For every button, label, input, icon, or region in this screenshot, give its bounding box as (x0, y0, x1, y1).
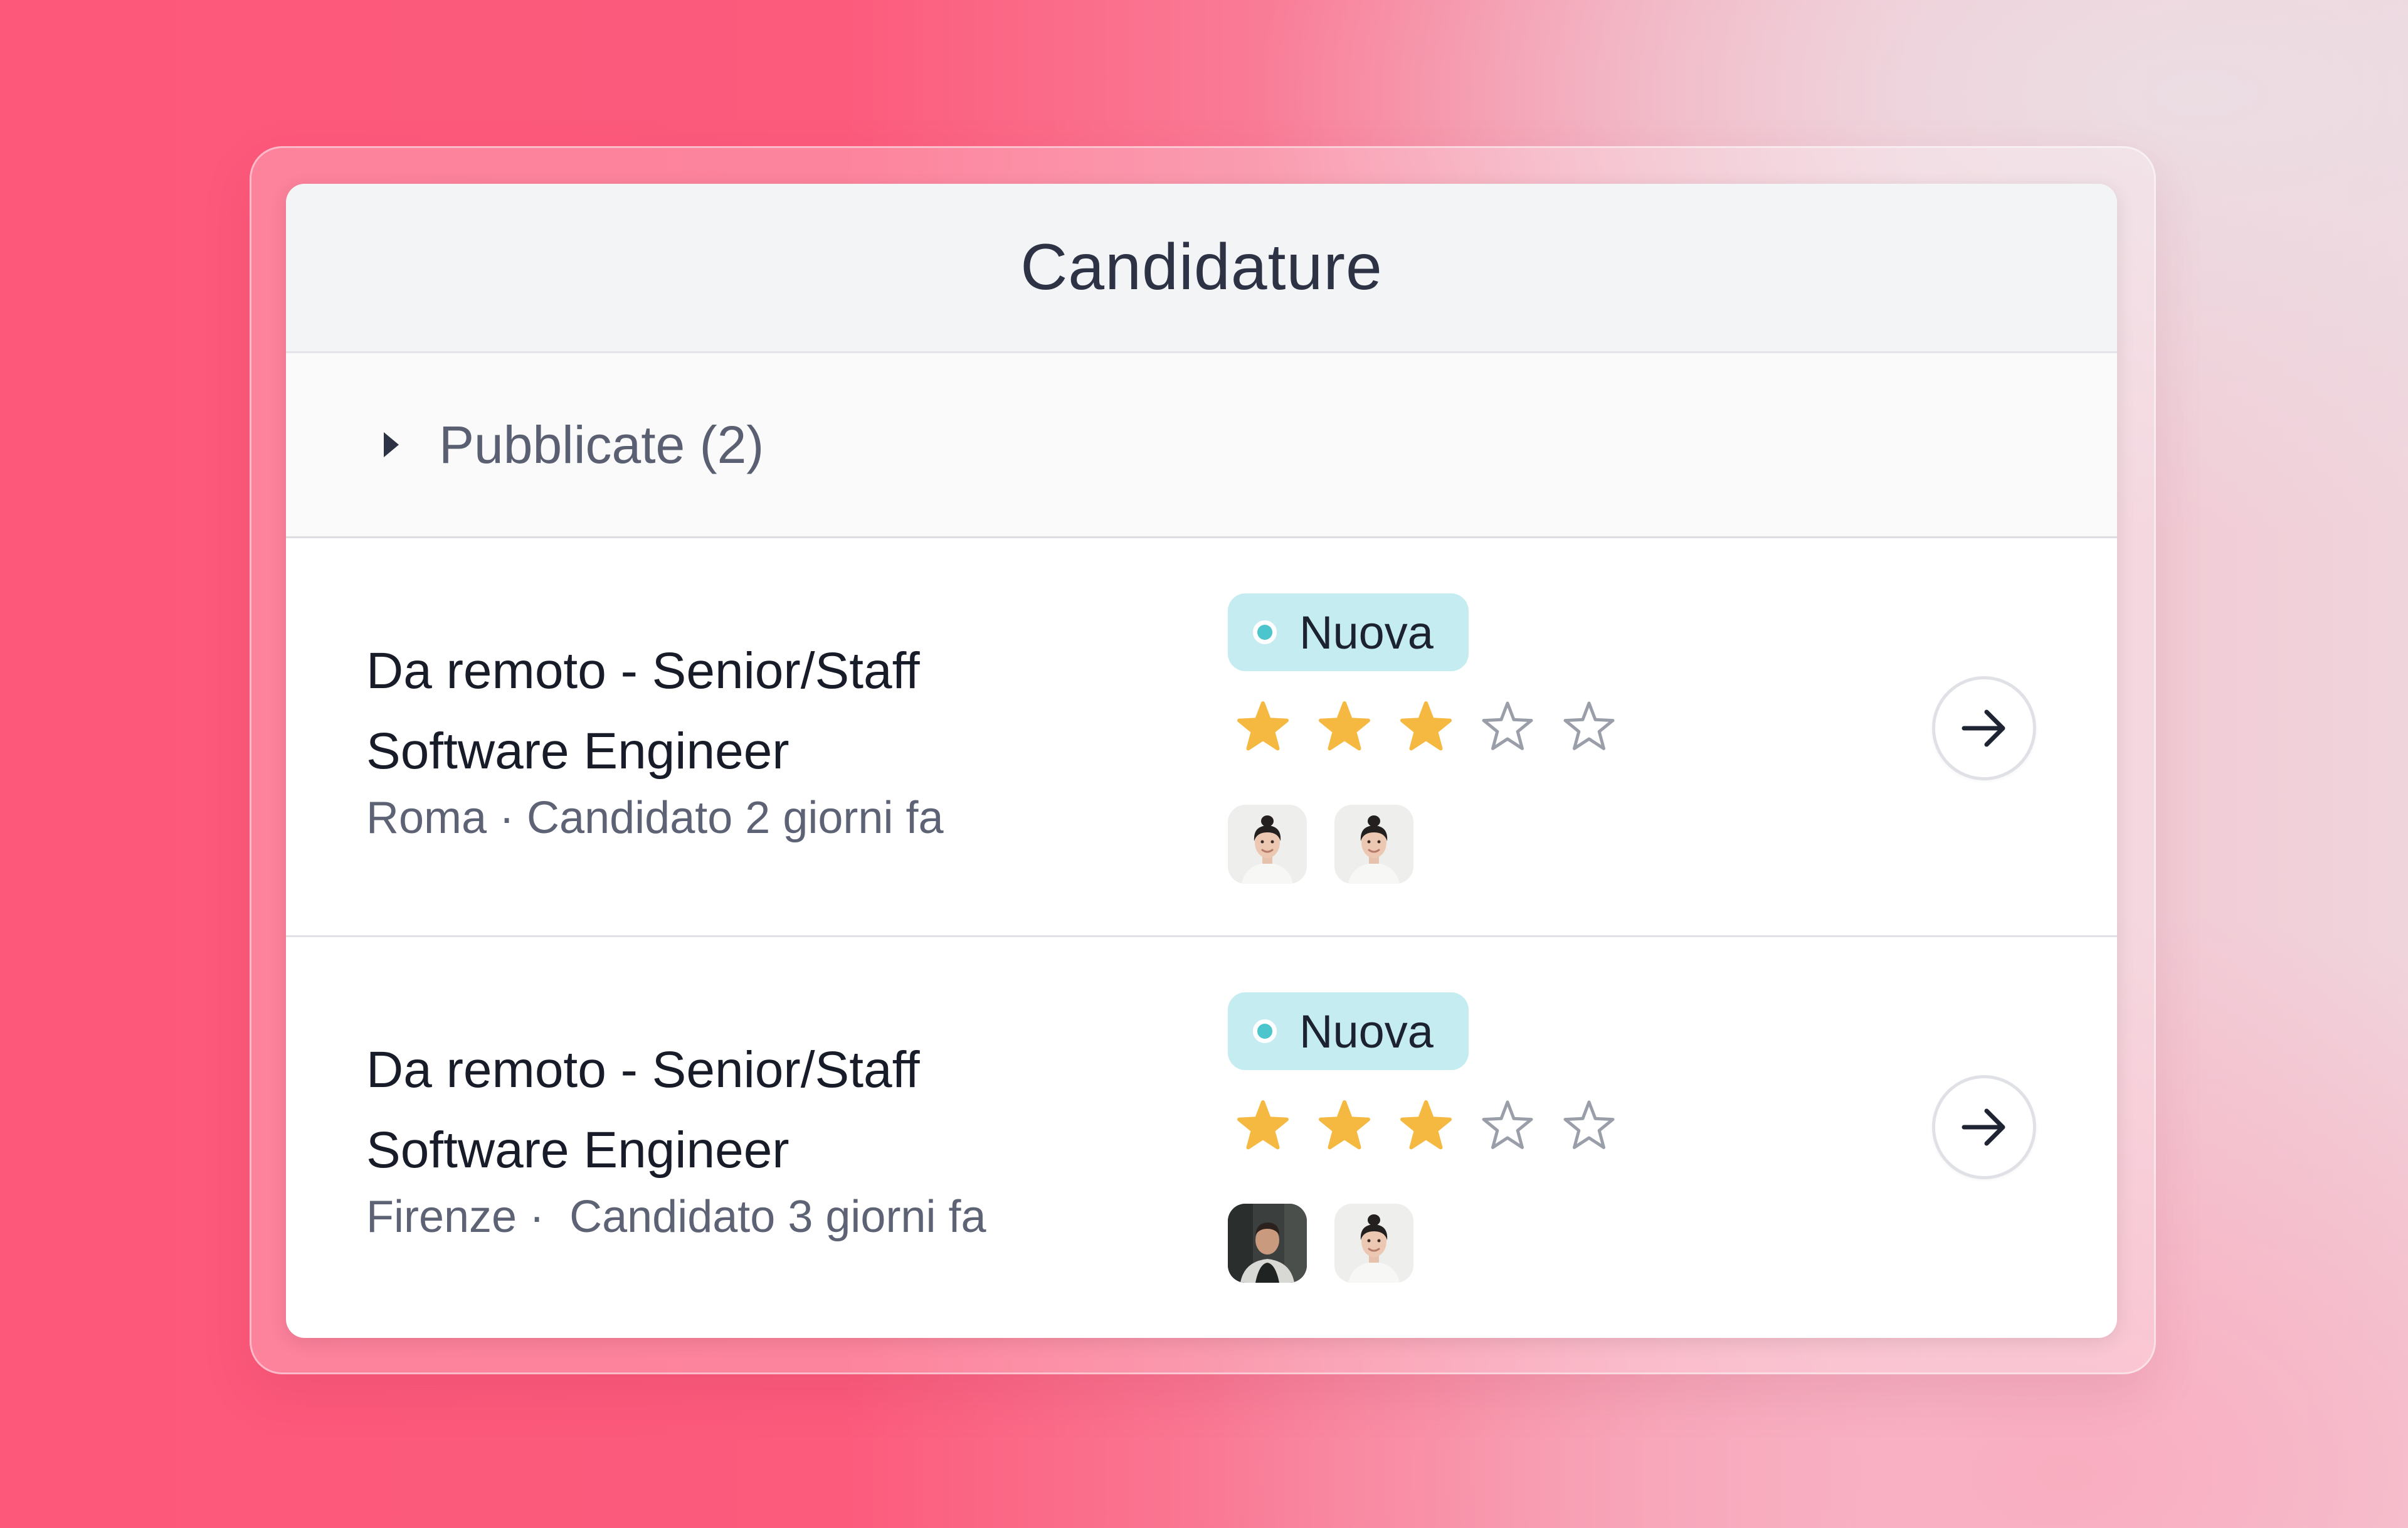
status-dot-icon (1253, 1019, 1277, 1043)
section-label: Pubblicate (2) (439, 415, 764, 474)
star-rating (1234, 1097, 1618, 1155)
reviewer-avatars (1228, 1204, 1413, 1283)
application-meta: Roma · Candidato 2 giorni fa (366, 793, 944, 843)
application-row: Da remoto - Senior/Staff Software Engine… (286, 538, 2117, 937)
star-filled-icon (1237, 1100, 1289, 1150)
application-meta: Firenze · Candidato 3 giorni fa (366, 1192, 986, 1242)
application-title: Da remoto - Senior/Staff (366, 1041, 920, 1098)
status-label: Nuova (1299, 1005, 1434, 1058)
application-title: Da remoto - Senior/Staff (366, 642, 920, 699)
section-toggle-published[interactable]: Pubblicate (2) (286, 353, 2117, 538)
star-filled-icon (1319, 1100, 1370, 1150)
star-filled-icon (1400, 701, 1452, 751)
arrow-right-icon (1962, 1108, 2005, 1146)
application-info: Da remoto - Senior/Staff Software Engine… (366, 1030, 1119, 1247)
applications-card: Candidature Pubblicate (2) Da remoto - S… (286, 184, 2117, 1338)
application-title-line2: Software Engineer (366, 1122, 789, 1179)
star-filled-icon (1400, 1100, 1452, 1150)
caret-right-icon (384, 432, 399, 457)
star-filled-icon (1319, 701, 1370, 751)
star-rating (1234, 698, 1618, 756)
avatar-woman (1228, 805, 1307, 884)
page-title: Candidature (1020, 231, 1383, 304)
status-badge: Nuova (1228, 992, 1469, 1070)
status-badge: Nuova (1228, 593, 1469, 671)
avatar-woman (1334, 805, 1413, 884)
avatar-woman (1334, 1204, 1413, 1283)
avatar-man (1228, 1204, 1307, 1283)
star-empty-icon (1482, 701, 1533, 750)
status-dot-icon (1253, 620, 1277, 644)
open-application-button[interactable] (1932, 1075, 2036, 1179)
application-info: Da remoto - Senior/Staff Software Engine… (366, 631, 1119, 848)
star-empty-icon (1482, 1100, 1533, 1149)
application-row: Da remoto - Senior/Staff Software Engine… (286, 937, 2117, 1336)
star-empty-icon (1563, 1100, 1615, 1149)
card-header: Candidature (286, 184, 2117, 353)
star-empty-icon (1563, 701, 1615, 750)
arrow-right-icon (1962, 709, 2005, 747)
reviewer-avatars (1228, 805, 1413, 884)
star-filled-icon (1237, 701, 1289, 751)
status-label: Nuova (1299, 606, 1434, 659)
application-title-line2: Software Engineer (366, 723, 789, 780)
open-application-button[interactable] (1932, 676, 2036, 780)
